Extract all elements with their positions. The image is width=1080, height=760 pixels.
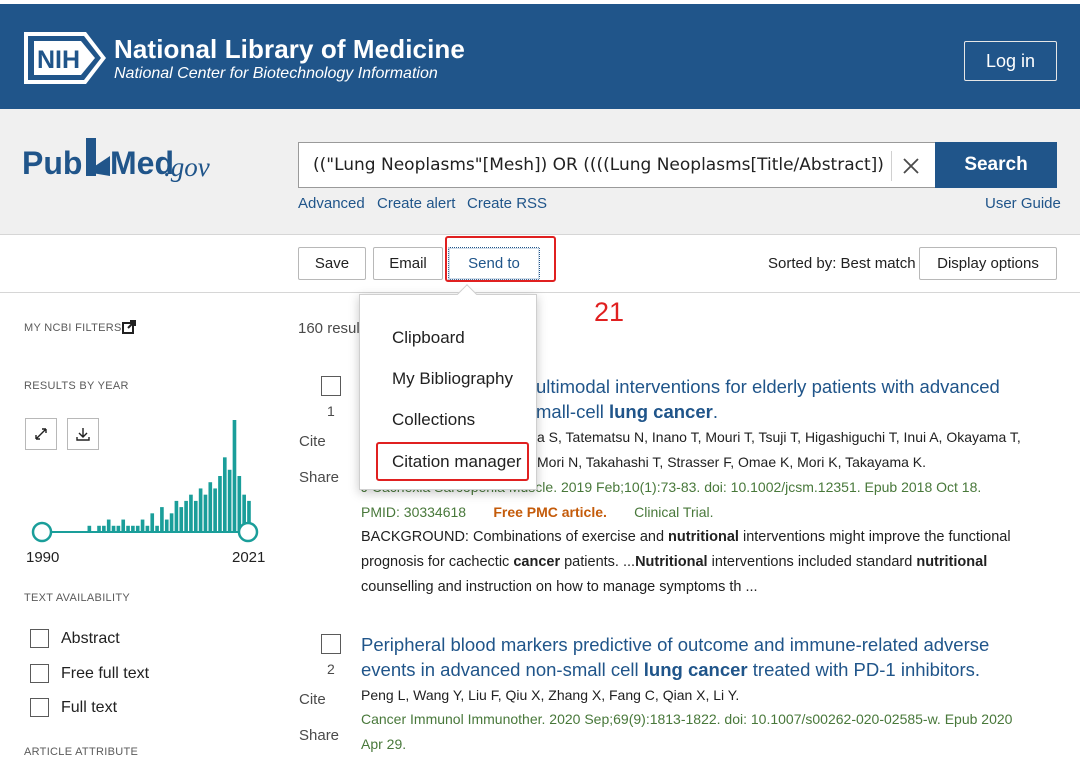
filter-label: Free full text	[61, 664, 150, 682]
nih-badge-text: NIH	[37, 46, 80, 74]
menu-item-clipboard[interactable]: Clipboard	[392, 328, 465, 348]
menu-item-citation-manager[interactable]: Citation manager	[392, 452, 521, 472]
advanced-link[interactable]: Advanced	[298, 195, 365, 212]
filter-abstract[interactable]: Abstract	[30, 629, 120, 648]
result-checkbox[interactable]	[321, 376, 341, 396]
free-pmc-badge: Free PMC article.	[493, 504, 607, 520]
close-icon	[902, 158, 919, 174]
year-start-label: 1990	[26, 549, 60, 566]
year-bar	[232, 420, 237, 532]
share-button[interactable]: Share	[299, 727, 339, 744]
result-title-line2[interactable]: events in advanced non-small cell lung c…	[361, 657, 980, 682]
result-authors: a S, Tatematsu N, Inano T, Mouri T, Tsuj…	[537, 429, 1021, 445]
create-alert-link[interactable]: Create alert	[377, 195, 455, 212]
checkbox[interactable]	[30, 698, 49, 717]
menu-item-collections[interactable]: Collections	[392, 410, 475, 430]
year-end-label: 2021	[232, 549, 266, 566]
my-ncbi-filters-label: MY NCBI FILTERS	[24, 322, 122, 334]
filter-label: Abstract	[61, 629, 120, 647]
results-toolbar	[0, 235, 1080, 293]
year-bar	[179, 507, 184, 532]
cite-button[interactable]: Cite	[299, 433, 326, 450]
result-snippet-line2: prognosis for cachectic cancer patients.…	[361, 554, 988, 570]
year-bar	[160, 507, 164, 532]
sort-order-label: Sorted by: Best match	[768, 255, 916, 272]
search-box: (("Lung Neoplasms"[Mesh]) OR ((((Lung Ne…	[298, 142, 935, 188]
publication-type: Clinical Trial.	[634, 504, 714, 520]
annotation-step-number: 21	[594, 297, 625, 327]
year-bar	[213, 488, 217, 532]
result-number: 1	[327, 403, 335, 419]
year-bar	[140, 519, 145, 532]
display-options-button[interactable]: Display options	[919, 247, 1057, 280]
year-bar	[193, 500, 198, 532]
year-bar	[169, 513, 174, 532]
year-range-start-handle[interactable]	[31, 521, 53, 543]
pmid: PMID: 30334618	[361, 504, 467, 520]
filter-label: Full text	[61, 698, 118, 716]
text-availability-heading: TEXT AVAILABILITY	[24, 592, 130, 604]
year-bar	[174, 500, 179, 532]
create-rss-link[interactable]: Create RSS	[467, 195, 547, 212]
result-title-line2[interactable]: mall-cell lung cancer.	[536, 399, 718, 424]
year-bar	[222, 457, 227, 532]
search-button[interactable]: Search	[935, 142, 1057, 188]
year-bar	[218, 476, 222, 532]
filter-free-full-text[interactable]: Free full text	[30, 664, 149, 683]
clear-search-button[interactable]	[891, 151, 929, 181]
year-bar	[198, 488, 203, 532]
checkbox[interactable]	[30, 629, 49, 648]
user-guide-link[interactable]: User Guide	[985, 195, 1061, 212]
email-button[interactable]: Email	[373, 247, 443, 280]
article-attribute-heading: ARTICLE ATTRIBUTE	[24, 746, 139, 758]
year-bar	[237, 476, 242, 532]
send-to-button[interactable]: Send to	[448, 247, 540, 280]
cite-button[interactable]: Cite	[299, 691, 326, 708]
menu-item-my-bibliography[interactable]: My Bibliography	[392, 369, 513, 389]
result-title[interactable]: ultimodal interventions for elderly pati…	[536, 374, 1000, 399]
filter-full-text[interactable]: Full text	[30, 698, 117, 717]
results-by-year-chart[interactable]	[24, 416, 274, 546]
year-bar	[189, 494, 193, 532]
result-number: 2	[327, 661, 335, 677]
year-bar	[208, 482, 213, 532]
result-meta: PMID: 30334618 Free PMC article. Clinica…	[361, 500, 714, 525]
result-snippet-line3: counselling and instruction on how to ma…	[361, 579, 758, 595]
org-subtitle: National Center for Biotechnology Inform…	[114, 65, 438, 82]
org-title: National Library of Medicine	[114, 34, 465, 64]
results-by-year-heading: RESULTS BY YEAR	[24, 380, 129, 392]
year-bar	[164, 519, 169, 532]
checkbox[interactable]	[30, 664, 49, 683]
search-input[interactable]: (("Lung Neoplasms"[Mesh]) OR ((((Lung Ne…	[299, 143, 884, 187]
external-link-icon[interactable]	[122, 320, 136, 334]
pubmed-logo-pub: Pub	[22, 145, 82, 181]
year-range-end-handle[interactable]	[237, 521, 259, 543]
year-bar	[106, 519, 111, 532]
year-bar	[121, 519, 126, 532]
result-authors-line2: Mori N, Takahashi T, Strasser F, Omae K,…	[537, 454, 927, 470]
result-authors: Peng L, Wang Y, Liu F, Qiu X, Zhang X, F…	[361, 687, 740, 703]
year-bar	[184, 500, 188, 532]
year-bar	[227, 469, 232, 532]
result-citation: Cancer Immunol Immunother. 2020 Sep;69(9…	[361, 711, 1013, 727]
pubmed-logo-gov: .gov	[164, 152, 210, 182]
year-bar	[203, 494, 208, 532]
result-checkbox[interactable]	[321, 634, 341, 654]
nih-logo[interactable]: NIH	[24, 32, 106, 84]
result-citation-line2: Apr 29.	[361, 736, 407, 752]
results-count: 160 resul	[298, 320, 360, 337]
my-ncbi-filters-heading: MY NCBI FILTERS	[24, 322, 122, 334]
save-button[interactable]: Save	[298, 247, 366, 280]
pubmed-logo[interactable]: Pub Med .gov	[22, 132, 222, 192]
result-title[interactable]: Peripheral blood markers predictive of o…	[361, 632, 989, 657]
result-snippet-line1: BACKGROUND: Combinations of exercise and…	[361, 529, 1011, 545]
login-button[interactable]: Log in	[964, 41, 1057, 81]
year-bar	[150, 513, 155, 532]
share-button[interactable]: Share	[299, 469, 339, 486]
